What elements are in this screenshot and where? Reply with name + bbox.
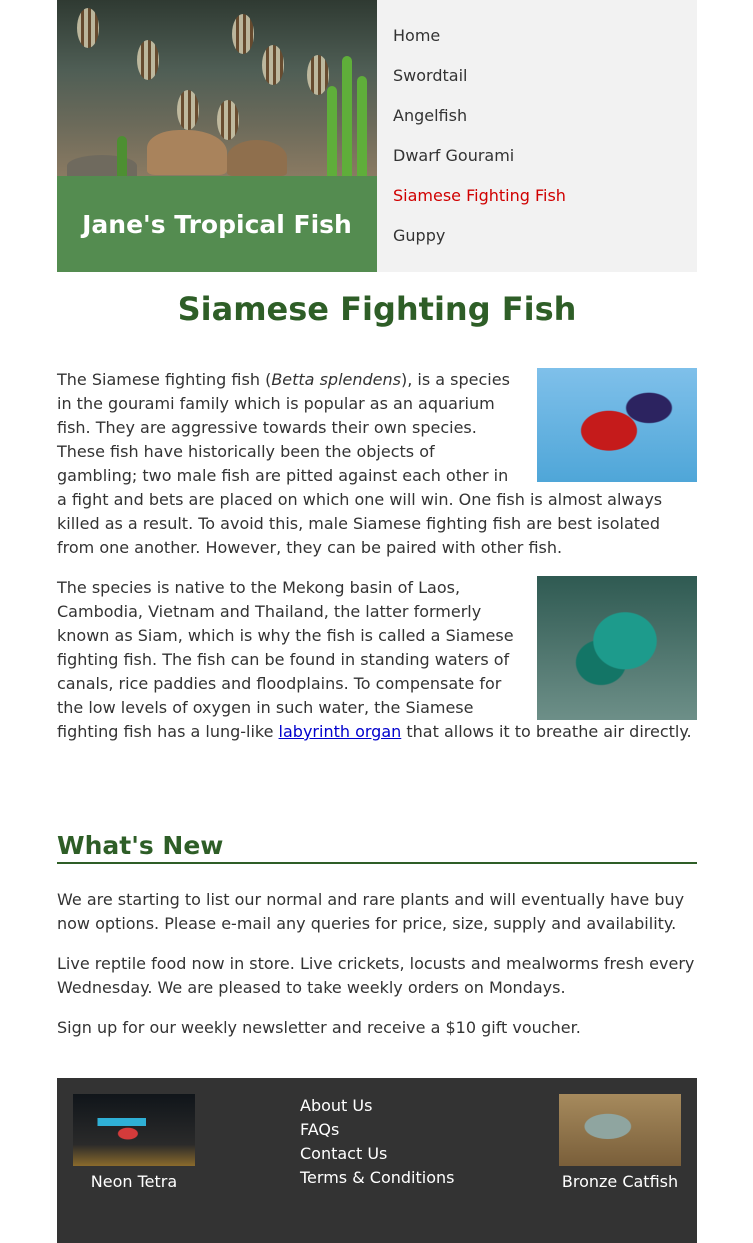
nav-item-angelfish[interactable]: Angelfish	[377, 96, 697, 136]
red-betta-image	[537, 368, 697, 482]
bronze-catfish-image[interactable]	[559, 1094, 681, 1166]
brand: Jane's Tropical Fish	[57, 0, 377, 272]
rock-shape	[227, 140, 287, 176]
whats-new-heading: What's New	[57, 833, 697, 864]
plant-shape	[357, 76, 367, 176]
plant-shape	[327, 86, 337, 176]
news-item: Sign up for our weekly newsletter and re…	[57, 1018, 581, 1037]
nav-item-guppy[interactable]: Guppy	[377, 216, 697, 256]
site-title: Jane's Tropical Fish	[57, 176, 377, 272]
page-title: Siamese Fighting Fish	[177, 290, 577, 328]
whats-new-section: What's New We are starting to list our n…	[57, 833, 697, 1056]
angelfish-shape	[307, 55, 329, 95]
plant-shape	[342, 56, 352, 176]
page: Jane's Tropical Fish Home Swordtail Ange…	[57, 0, 697, 1243]
angelfish-shape	[137, 40, 159, 80]
footer-link-terms[interactable]: Terms & Conditions	[300, 1166, 454, 1190]
text-span: that allows it to breathe air directly.	[401, 722, 692, 741]
neon-tetra-caption[interactable]: Neon Tetra	[57, 1172, 211, 1191]
scientific-name: Betta splendens	[271, 370, 401, 389]
angelfish-shape	[262, 45, 284, 85]
nav-item-siamese-fighting-fish[interactable]: Siamese Fighting Fish	[377, 176, 697, 216]
site-header: Jane's Tropical Fish Home Swordtail Ange…	[57, 0, 697, 272]
labyrinth-organ-link[interactable]: labyrinth organ	[279, 722, 402, 741]
text-span: The Siamese fighting fish (	[57, 370, 272, 389]
nav-item-home[interactable]: Home	[377, 16, 697, 56]
nav-item-swordtail[interactable]: Swordtail	[377, 56, 697, 96]
angelfish-shape	[217, 100, 239, 140]
text-span: The species is native to the Mekong basi…	[57, 578, 514, 741]
angelfish-shape	[77, 8, 99, 48]
article: The Siamese fighting fish (Betta splende…	[57, 368, 697, 760]
site-footer: Neon Tetra About Us FAQs Contact Us Term…	[57, 1078, 697, 1243]
teal-betta-image	[537, 576, 697, 720]
rock-shape	[147, 130, 227, 175]
angelfish-shape	[177, 90, 199, 130]
footer-link-about-us[interactable]: About Us	[300, 1094, 454, 1118]
nav-item-dwarf-gourami[interactable]: Dwarf Gourami	[377, 136, 697, 176]
news-item: Live reptile food now in store. Live cri…	[57, 954, 695, 997]
neon-tetra-image[interactable]	[73, 1094, 195, 1166]
angelfish-shape	[232, 14, 254, 54]
bronze-catfish-caption[interactable]: Bronze Catfish	[543, 1172, 697, 1191]
news-item: We are starting to list our normal and r…	[57, 890, 685, 933]
footer-links: About Us FAQs Contact Us Terms & Conditi…	[300, 1094, 454, 1190]
footer-link-contact-us[interactable]: Contact Us	[300, 1142, 454, 1166]
plant-shape	[117, 136, 127, 176]
header-aquarium-image	[57, 0, 377, 176]
main-nav: Home Swordtail Angelfish Dwarf Gourami S…	[377, 0, 697, 272]
footer-link-faqs[interactable]: FAQs	[300, 1118, 454, 1142]
